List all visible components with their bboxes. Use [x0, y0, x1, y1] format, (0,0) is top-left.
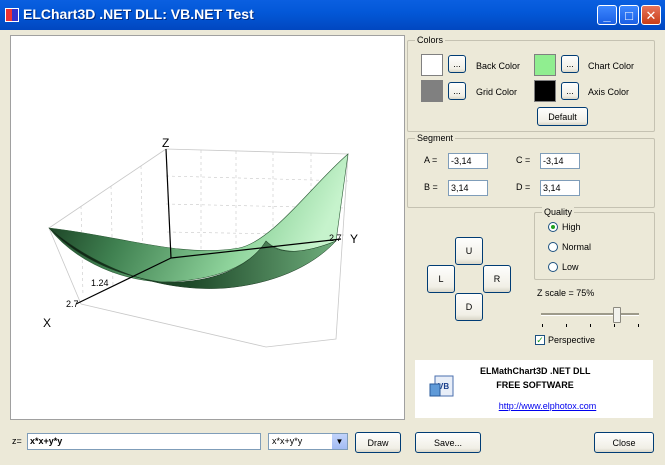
slider-tick: [590, 324, 591, 327]
slider-tick: [638, 324, 639, 327]
segment-group: Segment: [407, 133, 655, 208]
back-color-picker-button[interactable]: ...: [448, 55, 466, 73]
info-title: ELMathChart3D .NET DLL: [480, 366, 591, 376]
chart-color-picker-button[interactable]: ...: [561, 55, 579, 73]
expression-input[interactable]: x*x+y*y: [27, 433, 261, 450]
minimize-button[interactable]: _: [597, 5, 617, 25]
website-link[interactable]: http://www.elphotox.com: [480, 401, 615, 411]
colors-group: Colors: [407, 35, 655, 132]
window-title: ELChart3D .NET DLL: VB.NET Test: [23, 6, 254, 22]
y-axis-label: Y: [350, 232, 358, 246]
expression-preset-value: x*x+y*y: [272, 436, 303, 446]
app-icon: [5, 8, 19, 22]
rotate-right-button[interactable]: R: [483, 265, 511, 293]
close-window-button[interactable]: ✕: [641, 5, 661, 25]
slider-tick: [542, 324, 543, 327]
title-bar[interactable]: ELChart3D .NET DLL: VB.NET Test _ □ ✕: [0, 0, 665, 30]
a-field[interactable]: -3,14: [448, 153, 488, 169]
perspective-label[interactable]: Perspective: [548, 335, 595, 345]
chart-canvas[interactable]: Z Y X 2.7 1.24 2.7: [10, 35, 405, 420]
slider-tick: [566, 324, 567, 327]
grid-color-label: Grid Color: [476, 87, 518, 97]
z-equals-label: z=: [12, 436, 22, 446]
y-tick-label: 2.7: [329, 233, 342, 243]
vb-logo-icon: VB: [429, 374, 455, 400]
default-colors-button[interactable]: Default: [537, 107, 588, 126]
quality-normal-label[interactable]: Normal: [562, 242, 591, 252]
x-tick-near-label: 1.24: [91, 278, 109, 288]
maximize-button[interactable]: □: [619, 5, 639, 25]
rotate-up-button[interactable]: U: [455, 237, 483, 265]
quality-low-label[interactable]: Low: [562, 262, 579, 272]
save-button[interactable]: Save...: [415, 432, 481, 453]
z-scale-slider-thumb[interactable]: [613, 307, 621, 323]
info-subtitle: FREE SOFTWARE: [496, 380, 574, 390]
colors-group-label: Colors: [415, 35, 446, 45]
x-axis-label: X: [43, 316, 51, 330]
axis-color-label: Axis Color: [588, 87, 630, 97]
app-window: ELChart3D .NET DLL: VB.NET Test _ □ ✕ Z …: [0, 0, 665, 465]
d-field[interactable]: 3,14: [540, 180, 580, 196]
grid-color-picker-button[interactable]: ...: [448, 82, 466, 100]
back-color-swatch: [421, 54, 443, 76]
expression-preset-select[interactable]: x*x+y*y ▼: [268, 433, 348, 450]
chart-color-label: Chart Color: [588, 61, 635, 71]
axis-color-swatch: [534, 80, 556, 102]
info-panel: VB ELMathChart3D .NET DLL FREE SOFTWARE …: [415, 360, 653, 418]
quality-high-label[interactable]: High: [562, 222, 581, 232]
grid-color-swatch: [421, 80, 443, 102]
slider-tick: [614, 324, 615, 327]
a-label: A =: [424, 155, 438, 165]
b-field[interactable]: 3,14: [448, 180, 488, 196]
d-label: D =: [516, 182, 531, 192]
rotate-down-button[interactable]: D: [455, 293, 483, 321]
quality-normal-radio[interactable]: [548, 242, 558, 252]
quality-high-radio[interactable]: [548, 222, 558, 232]
close-button[interactable]: Close: [594, 432, 654, 453]
z-scale-slider-track[interactable]: [541, 313, 639, 316]
quality-low-radio[interactable]: [548, 262, 558, 272]
draw-button[interactable]: Draw: [355, 432, 401, 453]
z-scale-label: Z scale = 75%: [537, 288, 595, 298]
c-field[interactable]: -3,14: [540, 153, 580, 169]
x-tick-far-label: 2.7: [66, 299, 79, 309]
axis-color-picker-button[interactable]: ...: [561, 82, 579, 100]
quality-group-label: Quality: [542, 207, 575, 217]
chart-color-swatch: [534, 54, 556, 76]
c-label: C =: [516, 155, 531, 165]
z-axis-label: Z: [162, 136, 169, 150]
chevron-down-icon[interactable]: ▼: [332, 434, 347, 449]
perspective-checkbox[interactable]: ✓: [535, 335, 545, 345]
segment-group-label: Segment: [415, 133, 456, 143]
b-label: B =: [424, 182, 438, 192]
rotate-left-button[interactable]: L: [427, 265, 455, 293]
back-color-label: Back Color: [476, 61, 521, 71]
